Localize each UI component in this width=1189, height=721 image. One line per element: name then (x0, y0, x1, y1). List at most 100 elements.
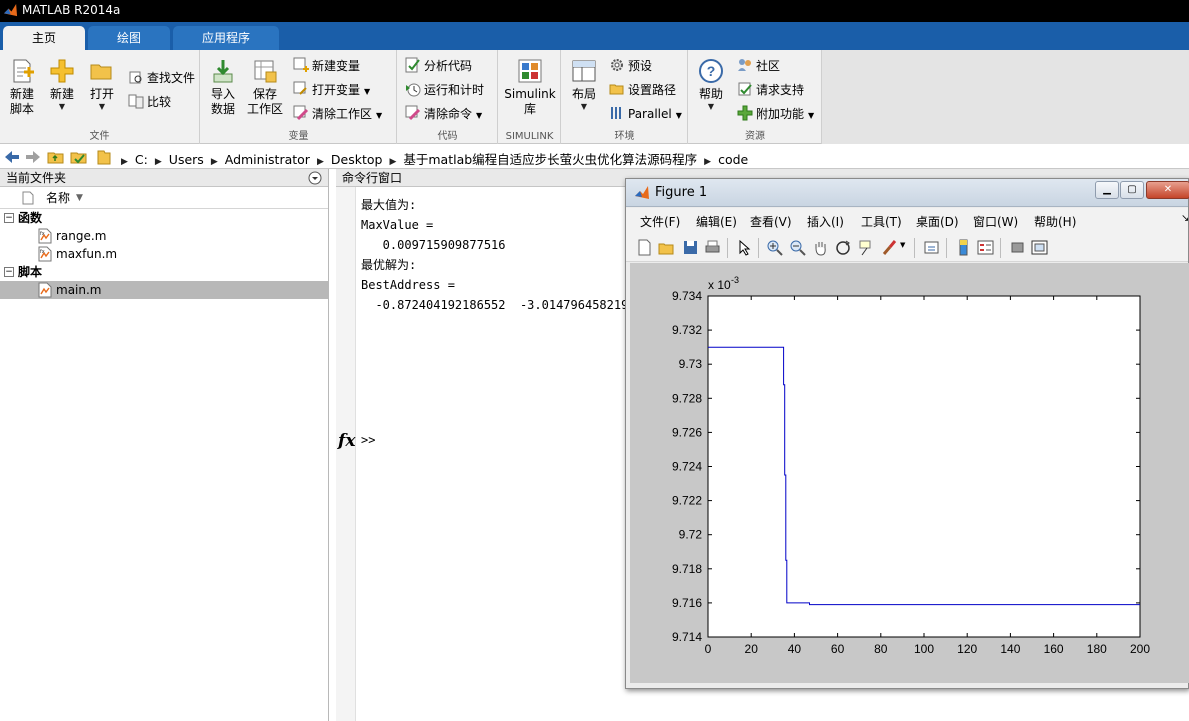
section-functions[interactable]: − 函数 (0, 209, 328, 227)
clear-workspace-button[interactable]: 清除工作区 ▼ (293, 104, 382, 124)
open-file-icon[interactable] (658, 239, 675, 256)
current-folder-panel: 当前文件夹 名称 ▼ − 函数 fx range.m fx maxfun.m − 脚… (0, 169, 329, 721)
legend-icon[interactable] (977, 239, 994, 256)
menu-help[interactable]: 帮助(H) (1034, 213, 1076, 230)
m-file-icon: fx (38, 246, 52, 262)
open-variable-button[interactable]: 打开变量 ▼ (293, 80, 370, 100)
close-button[interactable]: ✕ (1146, 181, 1189, 199)
import-data-button[interactable]: 导入 数据 (201, 56, 245, 126)
y-tick-label: 9.732 (672, 323, 702, 337)
rotate-3d-icon[interactable] (835, 239, 852, 256)
zoom-in-icon[interactable] (766, 239, 783, 256)
menu-view[interactable]: 查看(V) (750, 213, 792, 230)
layout-button[interactable]: 布局 ▼ (562, 56, 606, 126)
help-button[interactable]: ? 帮助 ▼ (689, 56, 733, 126)
menu-tools[interactable]: 工具(T) (861, 213, 902, 230)
crumb-project-folder[interactable]: 基于matlab编程自适应步长萤火虫优化算法源码程序 (403, 152, 697, 167)
x-tick-label: 40 (788, 642, 802, 656)
run-and-time-button[interactable]: 运行和计时 (405, 80, 484, 100)
figure-toolbar: ▼ (626, 232, 1188, 262)
group-label-code: 代码 (437, 131, 458, 142)
file-item[interactable]: fx range.m (0, 227, 328, 245)
file-item[interactable]: fx maxfun.m (0, 245, 328, 263)
collapse-icon[interactable]: − (4, 267, 14, 277)
print-icon[interactable] (704, 239, 721, 256)
crumb-users[interactable]: Users (169, 152, 204, 167)
add-ons-icon (737, 105, 753, 121)
new-figure-icon[interactable] (636, 239, 653, 256)
current-folder-title: 当前文件夹 (0, 169, 328, 187)
menu-edit[interactable]: 编辑(E) (696, 213, 737, 230)
compare-button[interactable]: 比较 (128, 92, 171, 112)
menu-overflow-icon[interactable]: ↘ (1181, 213, 1189, 224)
new-script-icon (13, 59, 34, 83)
menu-desktop[interactable]: 桌面(D) (916, 213, 959, 230)
crumb-desktop[interactable]: Desktop (331, 152, 383, 167)
zoom-out-icon[interactable] (789, 239, 806, 256)
file-item-selected[interactable]: main.m (0, 281, 328, 299)
panel-actions-icon[interactable] (308, 171, 322, 185)
hide-plot-tools-icon[interactable] (1009, 239, 1026, 256)
folder-icon (97, 150, 111, 165)
column-header-name[interactable]: 名称 ▼ (0, 187, 328, 209)
save-workspace-button[interactable]: 保存 工作区 (243, 56, 287, 126)
title-bar: MATLAB R2014a (0, 0, 1189, 22)
pan-hand-icon[interactable] (812, 239, 829, 256)
menu-file[interactable]: 文件(F) (640, 213, 680, 230)
figure-canvas[interactable]: 0 20 40 60 80 100 120 140 160 180 200 9.714 9.716 9.7… (630, 263, 1189, 683)
maximize-button[interactable]: ▢ (1120, 181, 1144, 199)
crumb-drive[interactable]: C: (135, 152, 148, 167)
open-button[interactable]: 打开 ▼ (80, 56, 124, 126)
group-label-simulink: SIMULINK (505, 131, 554, 142)
back-arrow-icon[interactable] (3, 148, 21, 166)
address-bar: ▶ C: ▶ Users ▶ Administrator ▶ Desktop ▶ 基于matlab… (0, 145, 1189, 169)
up-folder-icon[interactable] (47, 148, 65, 166)
layout-icon (572, 60, 596, 82)
exponent-power: -3 (731, 275, 739, 285)
figure-title-bar[interactable]: Figure 1 ▁ ▢ ✕ (626, 179, 1189, 207)
simulink-library-button[interactable]: Simulink 库 (504, 56, 556, 126)
brush-dropdown-icon[interactable]: ▼ (900, 241, 905, 249)
pointer-icon[interactable] (736, 239, 753, 256)
compare-icon (128, 94, 144, 109)
brush-icon[interactable] (881, 239, 898, 256)
find-files-button[interactable]: 查找文件 (128, 68, 195, 88)
forward-arrow-icon[interactable] (24, 148, 42, 166)
find-files-icon (129, 71, 142, 84)
community-button[interactable]: 社区 (737, 56, 780, 76)
command-prompt[interactable]: >> (361, 433, 375, 447)
x-tick-label: 20 (745, 642, 759, 656)
group-label-file: 文件 (89, 131, 110, 142)
menu-window[interactable]: 窗口(W) (973, 213, 1018, 230)
menu-insert[interactable]: 插入(I) (807, 213, 844, 230)
add-ons-button[interactable]: 附加功能 ▼ (737, 104, 814, 124)
function-browser-icon[interactable]: fx (338, 431, 355, 451)
show-plot-tools-icon[interactable] (1031, 239, 1048, 256)
request-support-button[interactable]: 请求支持 (737, 80, 804, 100)
new-variable-button[interactable]: 新建变量 (293, 56, 360, 76)
tab-plots[interactable]: 绘图 (88, 26, 170, 50)
preferences-button[interactable]: 预设 (609, 56, 652, 76)
minimize-button[interactable]: ▁ (1095, 181, 1119, 199)
clear-commands-button[interactable]: 清除命令 ▼ (405, 104, 482, 124)
tab-home[interactable]: 主页 (3, 26, 85, 50)
section-scripts[interactable]: − 脚本 (0, 263, 328, 281)
set-path-icon (609, 84, 624, 95)
browse-folder-icon[interactable] (70, 148, 88, 166)
parallel-button[interactable]: Parallel ▼ (609, 104, 682, 124)
y-tick-label: 9.722 (672, 494, 702, 508)
set-path-button[interactable]: 设置路径 (609, 80, 676, 100)
save-icon[interactable] (682, 239, 699, 256)
new-button[interactable]: 新建 ▼ (40, 56, 84, 126)
collapse-icon[interactable]: − (4, 213, 14, 223)
crumb-code[interactable]: code (718, 152, 748, 167)
new-script-button[interactable]: 新建 脚本 (0, 56, 44, 126)
colorbar-icon[interactable] (955, 239, 972, 256)
group-resources: ? 帮助 ▼ 社区 请求支持 附加功能 ▼ 资源 (689, 50, 822, 144)
crumb-administrator[interactable]: Administrator (225, 152, 310, 167)
link-plot-icon[interactable] (923, 239, 940, 256)
data-cursor-icon[interactable] (858, 239, 875, 256)
tab-apps[interactable]: 应用程序 (173, 26, 279, 50)
y-tick-label: 9.718 (672, 562, 702, 576)
analyze-code-button[interactable]: 分析代码 (405, 56, 472, 76)
